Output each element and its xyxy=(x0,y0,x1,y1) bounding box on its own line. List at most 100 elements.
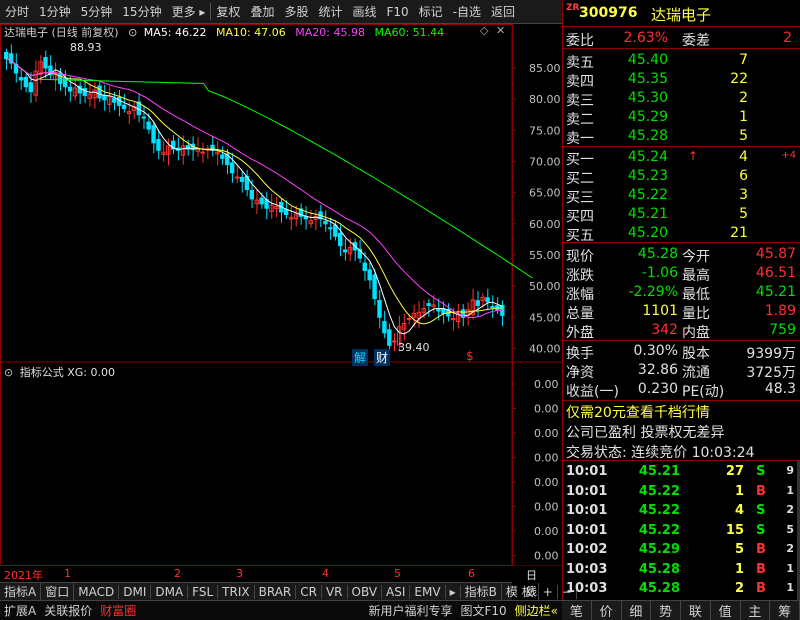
sell-row[interactable]: 卖二 45.29 1 xyxy=(562,107,800,128)
date-tick-0: 2021年 xyxy=(4,569,43,582)
indicator-tab-2[interactable]: MACD xyxy=(74,584,120,599)
indicator-toggle-icon[interactable]: ⊙ xyxy=(128,26,137,39)
diamond-icon[interactable]: ◇ xyxy=(480,24,488,37)
tick-count: 2 xyxy=(786,542,794,555)
right-tab-4[interactable]: 联 xyxy=(681,601,711,620)
buy-row[interactable]: 买五 45.20 21 xyxy=(562,223,800,244)
fund-value: 0.230 xyxy=(637,381,678,397)
tick-price: 45.28 xyxy=(638,561,680,577)
quote-value: 46.51 xyxy=(755,265,796,281)
toolbar-item-7[interactable]: 多股 xyxy=(279,3,313,20)
related-quote-button[interactable]: 关联报价 xyxy=(40,602,96,619)
sell-row[interactable]: 卖四 45.35 22 xyxy=(562,69,800,90)
right-tab-1[interactable]: 价 xyxy=(592,601,622,620)
right-tab-7[interactable]: 筹 xyxy=(770,601,800,620)
close-chart-icon[interactable]: ✕ xyxy=(496,24,505,37)
tick-price: 45.21 xyxy=(638,464,680,479)
status-row-2: 交易状态: 连续竞价 10:03:24 xyxy=(562,440,800,461)
f10-button[interactable]: 图文F10 xyxy=(456,602,510,619)
fortune-button[interactable]: 财富圈 xyxy=(96,602,140,619)
candle-body xyxy=(377,299,382,318)
indicator-tab-0[interactable]: 指标A xyxy=(0,583,42,600)
right-tab-2[interactable]: 细 xyxy=(622,601,652,620)
sell-row[interactable]: 卖五 45.40 7 xyxy=(562,50,800,71)
tick-count: 1 xyxy=(786,561,794,575)
ma20-label: MA20: 45.98 xyxy=(295,26,365,39)
indicator-tick-label: 0.00 xyxy=(534,476,559,489)
indicator-tab-14[interactable]: 指标B xyxy=(461,583,502,600)
toolbar-item-1[interactable]: 1分钟 xyxy=(34,3,76,20)
tick-price: 45.22 xyxy=(638,522,680,538)
buy-price: 45.23 xyxy=(627,168,668,184)
indicator-tab-15[interactable]: 模 板 xyxy=(502,583,539,600)
toolbar-item-0[interactable]: 分时 xyxy=(0,3,34,20)
toolbar-item-13[interactable]: 返回 xyxy=(486,3,520,20)
toolbar-item-12[interactable]: -自选 xyxy=(448,3,486,20)
buy-row[interactable]: 买三 45.22 3 xyxy=(562,185,800,206)
quote-value: 45.28 xyxy=(637,246,678,262)
toolbar-item-8[interactable]: 统计 xyxy=(313,3,347,20)
tick-time: 10:02 xyxy=(566,542,608,557)
date-tick-1: 1 xyxy=(64,567,71,580)
sell-volume: 22 xyxy=(730,71,748,87)
sell-row[interactable]: 卖一 45.28 5 xyxy=(562,126,800,147)
indicator-tab-9[interactable]: VR xyxy=(322,584,348,599)
sell-volume: 2 xyxy=(739,90,748,106)
toolbar-item-9[interactable]: 画线 xyxy=(347,3,381,20)
toolbar-item-6[interactable]: 叠加 xyxy=(245,3,279,20)
price-tick-label: 50.00 xyxy=(529,280,561,293)
fundamental-row: 净资 32.86 流通 3725万 xyxy=(562,360,800,381)
unlock-badge[interactable]: 解 xyxy=(352,349,369,366)
toolbar-item-3[interactable]: 15分钟 xyxy=(117,3,166,20)
right-tab-5[interactable]: 值 xyxy=(711,601,741,620)
ratio-value: 2.63% xyxy=(623,30,668,46)
indicator-tick-label: 0.00 xyxy=(534,525,559,538)
stock-code: 300976 xyxy=(579,5,638,21)
tick-count: 2 xyxy=(786,503,794,516)
candle-body xyxy=(367,269,372,281)
quote-row: 外盘 342 内盘 759 xyxy=(562,320,800,341)
toolbar-item-2[interactable]: 5分钟 xyxy=(76,3,118,20)
indicator-tab-10[interactable]: OBV xyxy=(348,584,383,599)
toolbar-item-4[interactable]: 更多 ▸ xyxy=(167,3,211,20)
right-tab-6[interactable]: 主 xyxy=(741,601,771,620)
toolbar-item-11[interactable]: 标记 xyxy=(414,3,448,20)
indicator-tab-4[interactable]: DMA xyxy=(151,584,189,599)
indicator-tab-3[interactable]: DMI xyxy=(119,584,152,599)
indicator-tab-12[interactable]: EMV xyxy=(410,584,446,599)
indicator-tab-11[interactable]: ASI xyxy=(382,584,411,599)
indicator-tab-6[interactable]: TRIX xyxy=(218,584,255,599)
indicator-tick-label: 0.00 xyxy=(534,403,559,416)
buy-price: 45.22 xyxy=(627,187,668,203)
indicator-tab-13[interactable]: ▸ xyxy=(446,584,461,599)
status-row-1: 公司已盈利 投票权无差异 xyxy=(562,420,800,441)
right-tab-0[interactable]: 笔 xyxy=(562,601,592,620)
sidebar-button[interactable]: 侧边栏« xyxy=(511,602,562,619)
indicator-tab-5[interactable]: FSL xyxy=(188,584,219,599)
buy-row[interactable]: 买四 45.21 5 xyxy=(562,204,800,225)
kline-chart[interactable]: 85.00 80.00 75.00 70.00 65.00 60.00 55.00 50.00… xyxy=(0,24,562,566)
right-tab-3[interactable]: 势 xyxy=(651,601,681,620)
toolbar-item-10[interactable]: F10 xyxy=(382,5,414,19)
indicator-toggle-icon-2[interactable]: ⊙ xyxy=(4,366,13,379)
finance-badge[interactable]: 财 xyxy=(374,349,391,366)
sell-row[interactable]: 卖三 45.30 2 xyxy=(562,88,800,109)
indicator-tab-7[interactable]: BRAR xyxy=(255,584,297,599)
extend-button[interactable]: 扩展A xyxy=(0,602,40,619)
company-status: 公司已盈利 投票权无差异 xyxy=(566,425,725,441)
toolbar-item-5[interactable]: 复权 xyxy=(210,3,245,20)
dividend-badge[interactable]: $ xyxy=(466,349,474,363)
promo-row[interactable]: 仅需20元查看千档行情 xyxy=(562,400,800,422)
buy-row[interactable]: 买一 45.24 4 ↑ +4 xyxy=(562,147,800,168)
depth-promo[interactable]: 仅需20元查看千档行情 xyxy=(566,402,710,422)
promo-link[interactable]: 新用户福利专享 xyxy=(364,602,456,619)
buy-row[interactable]: 买二 45.23 6 xyxy=(562,166,800,187)
sell-price: 45.30 xyxy=(627,90,668,106)
indicator-tab-8[interactable]: CR xyxy=(296,584,322,599)
candle-body xyxy=(141,116,146,119)
tick-volume: 27 xyxy=(725,464,744,479)
indicator-tab-16[interactable]: + xyxy=(539,584,558,599)
buy-price: 45.20 xyxy=(627,225,668,241)
tick-volume: 4 xyxy=(734,503,744,518)
indicator-tab-1[interactable]: 窗口 xyxy=(41,583,75,600)
